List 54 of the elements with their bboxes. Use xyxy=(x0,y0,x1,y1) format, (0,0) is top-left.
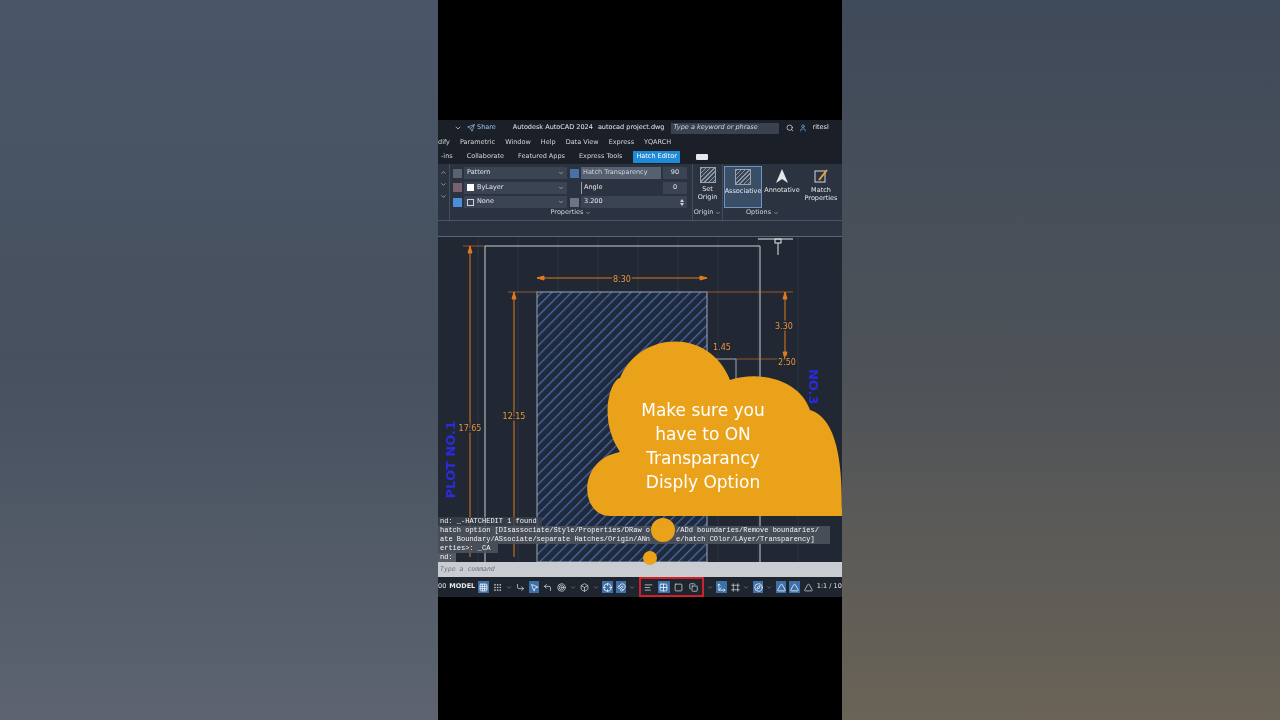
dimension-text: 3.30 xyxy=(775,322,793,331)
brush-icon xyxy=(813,168,829,184)
ortho-icon[interactable] xyxy=(542,581,554,593)
caret-icon xyxy=(558,184,564,191)
triangle-icon[interactable] xyxy=(803,581,814,593)
grid-icon[interactable] xyxy=(478,581,489,593)
snap-icon[interactable] xyxy=(615,581,627,593)
tracking-icon[interactable] xyxy=(602,581,613,593)
dots-icon[interactable] xyxy=(492,581,503,593)
plot-label: PLOT NO.1 xyxy=(444,422,458,497)
caret-icon xyxy=(558,199,564,205)
caret-icon[interactable] xyxy=(773,210,780,217)
dimension-text: 1.45 xyxy=(713,343,731,352)
hatch-type-icon xyxy=(453,168,462,178)
transparency-icon xyxy=(570,168,579,178)
scale-icon xyxy=(570,197,579,207)
corner-icon[interactable] xyxy=(514,581,526,593)
user-icon[interactable] xyxy=(799,124,808,132)
origin-icon xyxy=(699,167,716,183)
ucs-icon xyxy=(757,238,794,256)
dimension-text: 17.65 xyxy=(458,424,482,433)
callout-dot xyxy=(643,551,657,565)
hatch-icon xyxy=(735,169,751,185)
checker-icon[interactable] xyxy=(657,581,670,593)
squares-icon[interactable] xyxy=(687,581,700,593)
cube-icon[interactable] xyxy=(579,581,590,593)
caret-icon[interactable] xyxy=(715,210,722,217)
send-icon[interactable] xyxy=(467,124,475,132)
lines-icon[interactable] xyxy=(642,581,655,593)
gizmo-icon[interactable] xyxy=(752,581,764,593)
cursor-icon[interactable] xyxy=(528,581,540,593)
caret-icon xyxy=(558,170,564,176)
background-color-icon xyxy=(453,197,462,207)
polar-icon[interactable] xyxy=(556,581,567,593)
callout-dot xyxy=(651,518,675,542)
expand-icon[interactable] xyxy=(440,193,447,200)
workspace-icon[interactable] xyxy=(695,154,708,160)
dimension-text: 2.50 xyxy=(778,358,796,367)
hatch-color-icon xyxy=(453,183,462,192)
triangle-icon[interactable] xyxy=(789,581,801,593)
annotative-icon xyxy=(774,168,790,184)
axes-icon[interactable] xyxy=(716,581,727,593)
scroll-down-icon[interactable] xyxy=(440,181,447,188)
square-icon[interactable] xyxy=(672,581,685,593)
quick-access-icon[interactable] xyxy=(454,124,462,132)
plot-label: NO.3 xyxy=(806,368,820,407)
spinner-icon[interactable] xyxy=(680,198,684,206)
caret-icon[interactable] xyxy=(585,210,592,217)
dimension-text: 8.30 xyxy=(613,275,631,284)
dimension-text: 12.15 xyxy=(502,412,526,421)
search-icon[interactable] xyxy=(786,124,795,132)
triangle-icon[interactable] xyxy=(775,581,787,593)
callout-text: Make sure you have to ON Transparancy Disply Option xyxy=(640,399,766,494)
scroll-up-icon[interactable] xyxy=(440,169,447,176)
